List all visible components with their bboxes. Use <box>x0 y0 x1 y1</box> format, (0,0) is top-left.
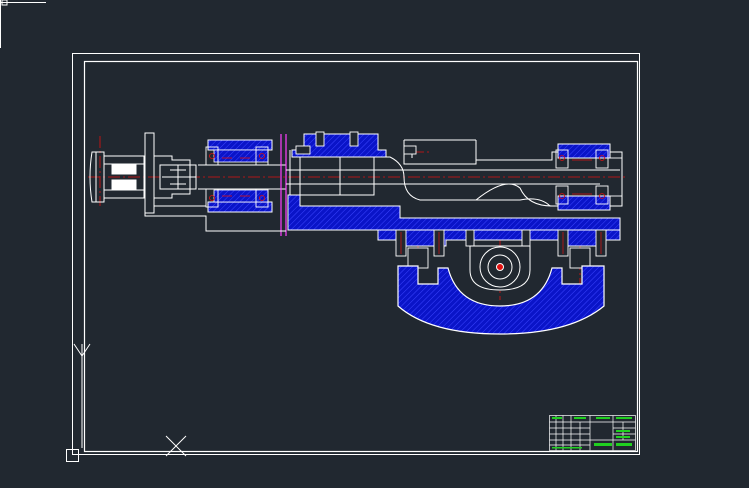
drawing-svg <box>0 0 640 462</box>
upper-housing <box>291 131 417 158</box>
viewport-corner <box>0 0 46 48</box>
left-bearing-housing <box>198 139 286 213</box>
cad-model-space[interactable] <box>0 0 749 488</box>
crosshair-cursor-icon <box>165 435 187 457</box>
flange-marks <box>280 134 287 236</box>
sheet-frame <box>72 53 640 455</box>
roller <box>469 245 531 291</box>
ucs-axis-icon <box>66 343 91 462</box>
